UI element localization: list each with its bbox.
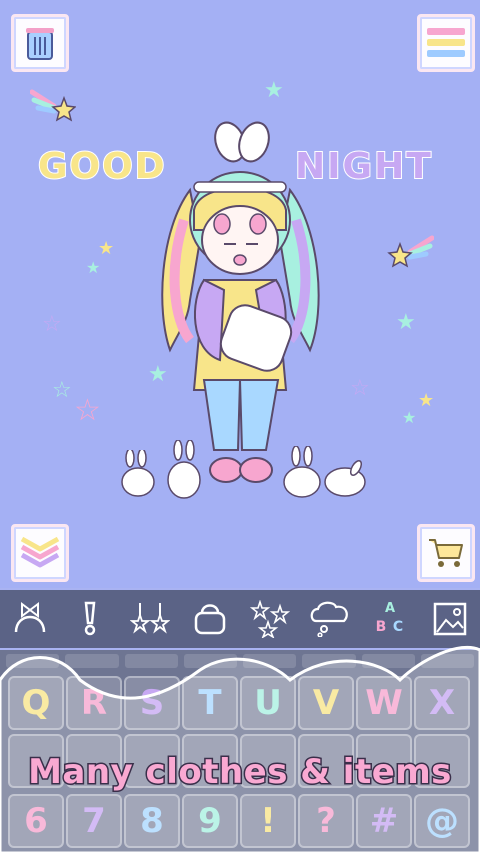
collapse-button[interactable] xyxy=(11,524,69,582)
letters-icon: A B C xyxy=(376,601,403,635)
tool-headband[interactable] xyxy=(8,597,52,641)
bunny-icon xyxy=(167,440,201,499)
bag-icon xyxy=(194,604,226,635)
earring-icon xyxy=(84,601,96,636)
star-icon: ★ xyxy=(264,78,284,103)
speech-bubble-icon xyxy=(310,601,348,637)
star-earrings-icon xyxy=(130,603,170,634)
star-icon: ★ xyxy=(402,408,417,427)
star-icon: ★ xyxy=(98,238,115,259)
tool-letters[interactable]: A B C xyxy=(368,597,412,641)
star-icon: ★ xyxy=(418,390,435,411)
chevron-down-icon xyxy=(20,536,60,568)
svg-text:B: B xyxy=(376,619,387,635)
background-image-icon xyxy=(433,602,467,636)
bunny-icon xyxy=(121,450,155,497)
bunny-icon xyxy=(283,446,321,498)
bunny-icon xyxy=(324,460,366,497)
trash-button[interactable] xyxy=(11,14,69,72)
star-icon: ★ xyxy=(86,258,101,277)
promo-caption: Many clothes & items xyxy=(27,751,453,794)
shooting-star-icon xyxy=(387,235,434,268)
hamburger-menu-icon xyxy=(427,28,465,57)
shop-button[interactable] xyxy=(417,524,475,582)
sparkles-icon xyxy=(250,600,290,638)
star-icon: ☆ xyxy=(74,393,101,428)
svg-text:A: A xyxy=(385,601,395,616)
tool-bag[interactable] xyxy=(188,597,232,641)
star-icon: ☆ xyxy=(42,312,62,337)
star-icon: ☆ xyxy=(52,378,72,403)
trash-icon xyxy=(26,28,54,60)
tool-star-earrings[interactable] xyxy=(128,597,172,641)
star-icon: ☆ xyxy=(350,376,370,401)
tool-background[interactable] xyxy=(428,597,472,641)
headband-icon xyxy=(14,602,46,633)
svg-text:C: C xyxy=(393,619,403,635)
cloud-overlay xyxy=(0,645,480,853)
shooting-star-icon xyxy=(30,89,76,122)
shopping-cart-icon xyxy=(429,539,463,567)
title-good: GOOD xyxy=(37,145,167,188)
dressup-stage: GOOD NIGHT ★ ★ ★ ☆ ★ ★ ☆ ☆ ☆ ★ ★ xyxy=(0,0,480,588)
tool-earring[interactable] xyxy=(68,597,112,641)
star-icon: ★ xyxy=(396,310,416,335)
tool-speech-bubble[interactable] xyxy=(308,597,352,641)
tool-sparkles[interactable] xyxy=(248,597,292,641)
menu-button[interactable] xyxy=(417,14,475,72)
